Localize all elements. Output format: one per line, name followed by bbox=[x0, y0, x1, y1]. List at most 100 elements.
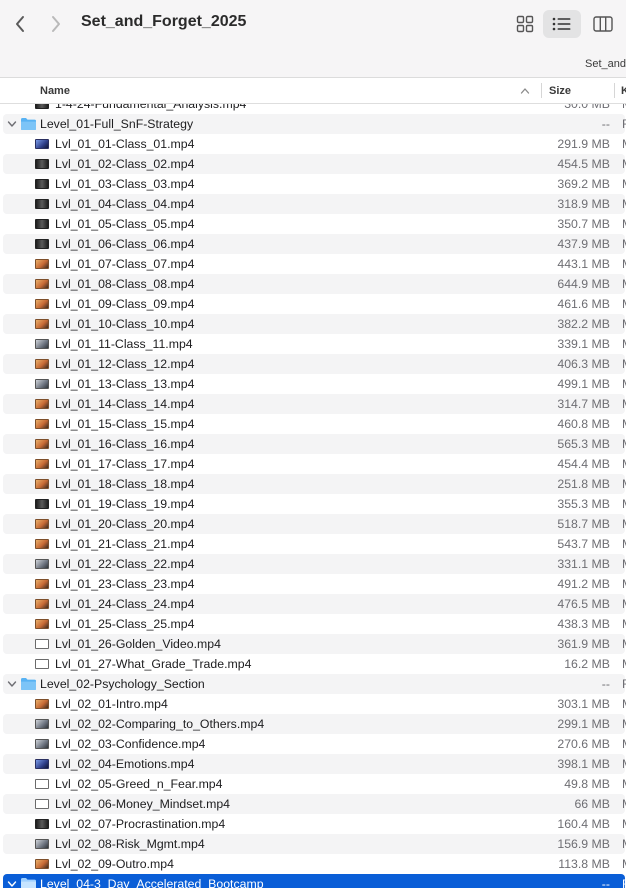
file-row[interactable]: Lvl_01_03-Class_03.mp4 369.2 MB M bbox=[3, 174, 626, 194]
file-row[interactable]: Lvl_01_27-What_Grade_Trade.mp4 16.2 MB M bbox=[3, 654, 626, 674]
video-thumbnail-icon bbox=[35, 199, 49, 209]
folder-name: Level_02-Psychology_Section bbox=[40, 677, 205, 691]
file-size: -- bbox=[601, 877, 610, 888]
file-row[interactable]: Lvl_01_09-Class_09.mp4 461.6 MB M bbox=[3, 294, 626, 314]
file-size: 438.3 MB bbox=[557, 617, 610, 631]
file-row[interactable]: Lvl_01_06-Class_06.mp4 437.9 MB M bbox=[3, 234, 626, 254]
video-thumbnail-icon bbox=[35, 104, 49, 109]
file-name: Lvl_01_10-Class_10.mp4 bbox=[55, 317, 195, 331]
file-row[interactable]: Lvl_01_11-Class_11.mp4 339.1 MB M bbox=[3, 334, 626, 354]
file-row[interactable]: Lvl_01_20-Class_20.mp4 518.7 MB M bbox=[3, 514, 626, 534]
video-thumbnail-icon bbox=[35, 779, 49, 789]
file-row[interactable]: Lvl_01_25-Class_25.mp4 438.3 MB M bbox=[3, 614, 626, 634]
file-size: 270.6 MB bbox=[557, 737, 610, 751]
file-kind: M bbox=[622, 314, 626, 334]
video-thumbnail-icon bbox=[35, 459, 49, 469]
file-name: Lvl_01_23-Class_23.mp4 bbox=[55, 577, 195, 591]
column-header-name[interactable]: Name bbox=[40, 85, 70, 97]
folder-icon bbox=[21, 878, 36, 888]
video-thumbnail-icon bbox=[35, 379, 49, 389]
file-size: 460.8 MB bbox=[557, 417, 610, 431]
file-row[interactable]: Lvl_02_07-Procrastination.mp4 160.4 MB M bbox=[3, 814, 626, 834]
file-row[interactable]: Lvl_01_01-Class_01.mp4 291.9 MB M bbox=[3, 134, 626, 154]
file-kind: M bbox=[622, 534, 626, 554]
file-row[interactable]: Lvl_02_09-Outro.mp4 113.8 MB M bbox=[3, 854, 626, 874]
column-view-button[interactable] bbox=[585, 10, 621, 38]
file-row[interactable]: Lvl_01_10-Class_10.mp4 382.2 MB M bbox=[3, 314, 626, 334]
file-row[interactable]: Lvl_02_04-Emotions.mp4 398.1 MB M bbox=[3, 754, 626, 774]
file-row[interactable]: Lvl_02_01-Intro.mp4 303.1 MB M bbox=[3, 694, 626, 714]
file-row[interactable]: Lvl_01_22-Class_22.mp4 331.1 MB M bbox=[3, 554, 626, 574]
file-row[interactable]: Lvl_01_12-Class_12.mp4 406.3 MB M bbox=[3, 354, 626, 374]
column-header-kind[interactable]: K bbox=[621, 85, 626, 97]
file-row[interactable]: Lvl_01_21-Class_21.mp4 543.7 MB M bbox=[3, 534, 626, 554]
video-thumbnail-icon bbox=[35, 299, 49, 309]
file-row[interactable]: Lvl_01_14-Class_14.mp4 314.7 MB M bbox=[3, 394, 626, 414]
sort-ascending-icon[interactable] bbox=[519, 85, 531, 97]
file-size: -- bbox=[601, 117, 610, 131]
folder-row[interactable]: Level_02-Psychology_Section -- F bbox=[3, 674, 626, 694]
file-name: Lvl_01_21-Class_21.mp4 bbox=[55, 537, 195, 551]
file-kind: M bbox=[622, 174, 626, 194]
file-name: Lvl_02_03-Confidence.mp4 bbox=[55, 737, 206, 751]
file-kind: M bbox=[622, 814, 626, 834]
path-breadcrumb[interactable]: Set_and bbox=[585, 58, 626, 70]
file-name: Lvl_01_19-Class_19.mp4 bbox=[55, 497, 195, 511]
file-row[interactable]: Lvl_01_26-Golden_Video.mp4 361.9 MB M bbox=[3, 634, 626, 654]
file-row[interactable]: 1-4-24-Fundamental_Analysis.mp4 30.0 MB M bbox=[3, 104, 626, 114]
disclosure-chevron-down-icon[interactable] bbox=[6, 878, 18, 888]
file-row[interactable]: Lvl_01_17-Class_17.mp4 454.4 MB M bbox=[3, 454, 626, 474]
file-row[interactable]: Lvl_01_08-Class_08.mp4 644.9 MB M bbox=[3, 274, 626, 294]
icon-view-button[interactable] bbox=[508, 10, 542, 38]
column-divider[interactable] bbox=[541, 83, 542, 98]
file-row[interactable]: Lvl_02_05-Greed_n_Fear.mp4 49.8 MB M bbox=[3, 774, 626, 794]
file-size: 361.9 MB bbox=[557, 637, 610, 651]
file-size: 499.1 MB bbox=[557, 377, 610, 391]
column-header-size[interactable]: Size bbox=[549, 85, 571, 97]
file-name: Lvl_01_09-Class_09.mp4 bbox=[55, 297, 195, 311]
file-size: 339.1 MB bbox=[557, 337, 610, 351]
file-kind: M bbox=[622, 134, 626, 154]
file-row[interactable]: Lvl_01_05-Class_05.mp4 350.7 MB M bbox=[3, 214, 626, 234]
folder-row[interactable]: Level_01-Full_SnF-Strategy -- F bbox=[3, 114, 626, 134]
file-row[interactable]: Lvl_01_18-Class_18.mp4 251.8 MB M bbox=[3, 474, 626, 494]
file-row[interactable]: Lvl_01_16-Class_16.mp4 565.3 MB M bbox=[3, 434, 626, 454]
list-icon bbox=[552, 17, 571, 31]
file-row[interactable]: Lvl_01_02-Class_02.mp4 454.5 MB M bbox=[3, 154, 626, 174]
file-kind: M bbox=[622, 434, 626, 454]
file-row[interactable]: Lvl_01_13-Class_13.mp4 499.1 MB M bbox=[3, 374, 626, 394]
video-thumbnail-icon bbox=[35, 319, 49, 329]
file-row[interactable]: Lvl_01_19-Class_19.mp4 355.3 MB M bbox=[3, 494, 626, 514]
back-button[interactable] bbox=[8, 12, 32, 36]
file-row[interactable]: Lvl_02_08-Risk_Mgmt.mp4 156.9 MB M bbox=[3, 834, 626, 854]
forward-button[interactable] bbox=[44, 12, 68, 36]
file-name: Lvl_01_05-Class_05.mp4 bbox=[55, 217, 195, 231]
video-thumbnail-icon bbox=[35, 259, 49, 269]
file-row[interactable]: Lvl_01_24-Class_24.mp4 476.5 MB M bbox=[3, 594, 626, 614]
file-name: Lvl_01_17-Class_17.mp4 bbox=[55, 457, 195, 471]
file-name: Lvl_01_07-Class_07.mp4 bbox=[55, 257, 195, 271]
file-row[interactable]: Lvl_01_07-Class_07.mp4 443.1 MB M bbox=[3, 254, 626, 274]
file-name: Lvl_01_20-Class_20.mp4 bbox=[55, 517, 195, 531]
disclosure-chevron-down-icon[interactable] bbox=[6, 678, 18, 690]
file-size: 49.8 MB bbox=[564, 777, 610, 791]
file-size: 355.3 MB bbox=[557, 497, 610, 511]
file-row[interactable]: Lvl_02_02-Comparing_to_Others.mp4 299.1 M… bbox=[3, 714, 626, 734]
folder-row[interactable]: Level_04-3_Day_Accelerated_Bootcamp -- F bbox=[3, 874, 626, 888]
file-size: 299.1 MB bbox=[557, 717, 610, 731]
file-kind: M bbox=[622, 104, 626, 114]
file-row[interactable]: Lvl_01_23-Class_23.mp4 491.2 MB M bbox=[3, 574, 626, 594]
file-kind: M bbox=[622, 714, 626, 734]
file-row[interactable]: Lvl_01_04-Class_04.mp4 318.9 MB M bbox=[3, 194, 626, 214]
video-thumbnail-icon bbox=[35, 859, 49, 869]
file-row[interactable]: Lvl_01_15-Class_15.mp4 460.8 MB M bbox=[3, 414, 626, 434]
video-thumbnail-icon bbox=[35, 239, 49, 249]
file-row[interactable]: Lvl_02_03-Confidence.mp4 270.6 MB M bbox=[3, 734, 626, 754]
list-view-button[interactable] bbox=[543, 10, 581, 38]
file-name: Lvl_01_22-Class_22.mp4 bbox=[55, 557, 195, 571]
column-divider[interactable] bbox=[614, 83, 615, 98]
file-name: Lvl_01_04-Class_04.mp4 bbox=[55, 197, 195, 211]
file-kind: M bbox=[622, 374, 626, 394]
disclosure-chevron-down-icon[interactable] bbox=[6, 118, 18, 130]
file-row[interactable]: Lvl_02_06-Money_Mindset.mp4 66 MB M bbox=[3, 794, 626, 814]
